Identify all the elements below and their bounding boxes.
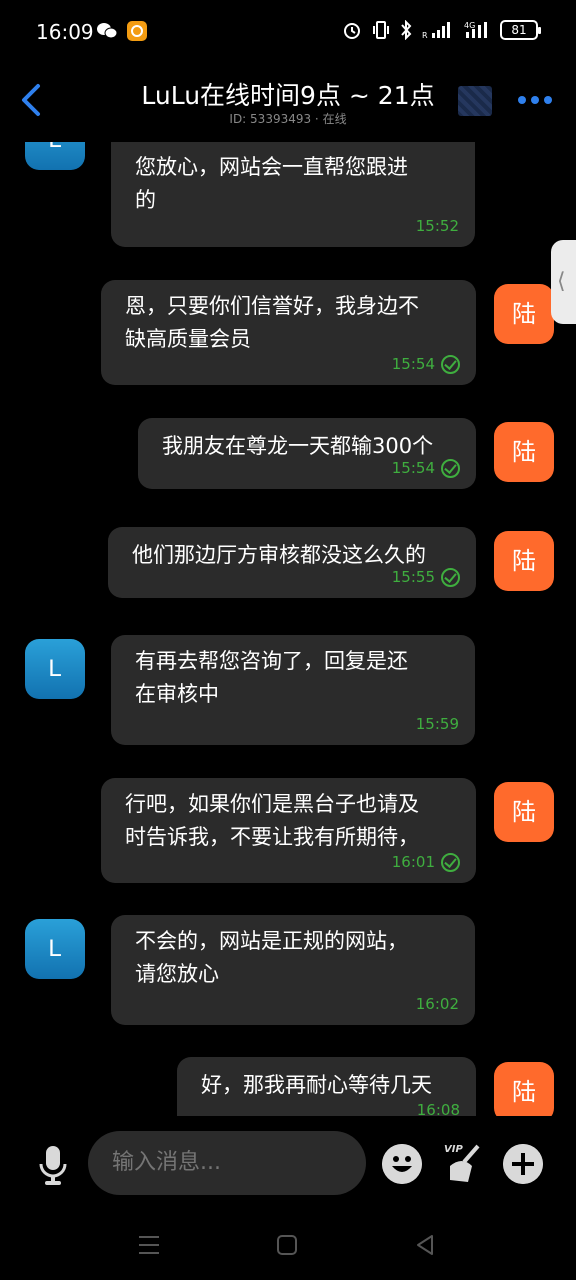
agent-avatar[interactable]: L	[25, 142, 85, 170]
read-check-icon	[441, 355, 460, 374]
read-check-icon	[441, 853, 460, 872]
signal-icon: R	[422, 22, 450, 40]
my-avatar[interactable]: 陆	[494, 422, 554, 482]
notification-icons	[96, 20, 148, 42]
message-time: 16:02	[415, 995, 459, 1013]
read-check-icon	[441, 459, 460, 478]
message-time: 15:59	[415, 715, 459, 733]
message-text: 不会的，网站是正规的网站，	[135, 929, 408, 953]
message-text: 在审核中	[135, 682, 219, 706]
more-options-icon[interactable]	[518, 96, 552, 104]
message-time: 16:01	[392, 846, 460, 879]
message-bubble[interactable]: 我朋友在尊龙一天都输300个 15:54	[138, 418, 476, 489]
svg-text:4G: 4G	[464, 21, 475, 30]
add-attachment-icon[interactable]	[503, 1144, 543, 1184]
agent-avatar[interactable]: L	[25, 639, 85, 699]
message-bubble[interactable]: 他们那边厅方审核都没这么久的 15:55	[108, 527, 476, 598]
read-check-icon	[441, 568, 460, 587]
4g-signal-icon: 4G	[464, 21, 487, 38]
message-text: 请您放心	[135, 962, 219, 986]
svg-text:VIP: VIP	[444, 1144, 463, 1155]
emoji-icon[interactable]	[382, 1144, 422, 1184]
bluetooth-icon	[401, 20, 412, 40]
my-avatar[interactable]: 陆	[494, 1062, 554, 1116]
message-text: 有再去帮您咨询了，回复是还	[135, 649, 408, 673]
input-bar: VIP	[0, 1116, 576, 1212]
message-bubble[interactable]: 有再去帮您咨询了，回复是还 在审核中 15:59	[111, 635, 475, 745]
message-bubble[interactable]: 恩，只要你们信誉好，我身边不 缺高质量会员 15:54	[101, 280, 476, 385]
back-nav-icon[interactable]	[412, 1232, 438, 1258]
message-time: 16:08	[416, 1101, 460, 1116]
message-bubble[interactable]: 好，那我再耐心等待几天 16:08	[177, 1057, 476, 1116]
home-icon[interactable]	[274, 1232, 300, 1258]
message-time: 15:52	[415, 217, 459, 235]
message-time: 15:55	[392, 561, 460, 594]
message-time: 15:54	[392, 348, 460, 381]
system-nav-bar	[0, 1212, 576, 1280]
vibrate-icon	[373, 21, 389, 39]
alarm-icon	[344, 23, 360, 39]
status-time: 16:09	[36, 20, 94, 44]
my-avatar[interactable]: 陆	[494, 284, 554, 344]
status-bar: 16:09 R 4G 81	[0, 0, 576, 66]
system-icons: R 4G 81	[342, 20, 541, 40]
agent-avatar[interactable]: L	[25, 919, 85, 979]
message-text: 的	[135, 188, 156, 212]
message-input[interactable]	[88, 1131, 366, 1195]
my-avatar[interactable]: 陆	[494, 531, 554, 591]
message-text: 行吧，如果你们是黑台子也请及	[125, 792, 419, 816]
message-bubble[interactable]: 不会的，网站是正规的网站， 请您放心 16:02	[111, 915, 475, 1025]
message-text: 您放心，网站会一直帮您跟进	[135, 155, 408, 179]
my-avatar[interactable]: 陆	[494, 782, 554, 842]
vip-cleaner-icon[interactable]: VIP	[442, 1142, 484, 1184]
message-text: 恩，只要你们信誉好，我身边不	[125, 294, 419, 318]
app-badge-icon	[127, 21, 147, 41]
menu-icon[interactable]	[136, 1232, 162, 1258]
message-time: 15:54	[392, 452, 460, 485]
microphone-icon[interactable]	[36, 1144, 70, 1186]
svg-text:R: R	[422, 31, 428, 40]
chat-header: LuLu在线时间9点 ~ 21点 ID: 53393493 · 在线	[0, 66, 576, 142]
contact-avatar[interactable]	[458, 86, 492, 116]
message-bubble[interactable]: 行吧，如果你们是黑台子也请及 时告诉我，不要让我有所期待， 16:01	[101, 778, 476, 883]
side-drawer-tab[interactable]: ⟨	[551, 240, 576, 324]
message-list[interactable]: L 您放心，网站会一直帮您跟进 的 15:52 恩，只要你们信誉好，我身边不 缺…	[0, 142, 576, 1116]
wechat-icon	[97, 23, 118, 39]
battery-icon: 81	[500, 20, 541, 40]
message-bubble[interactable]: 您放心，网站会一直帮您跟进 的 15:52	[111, 142, 475, 247]
